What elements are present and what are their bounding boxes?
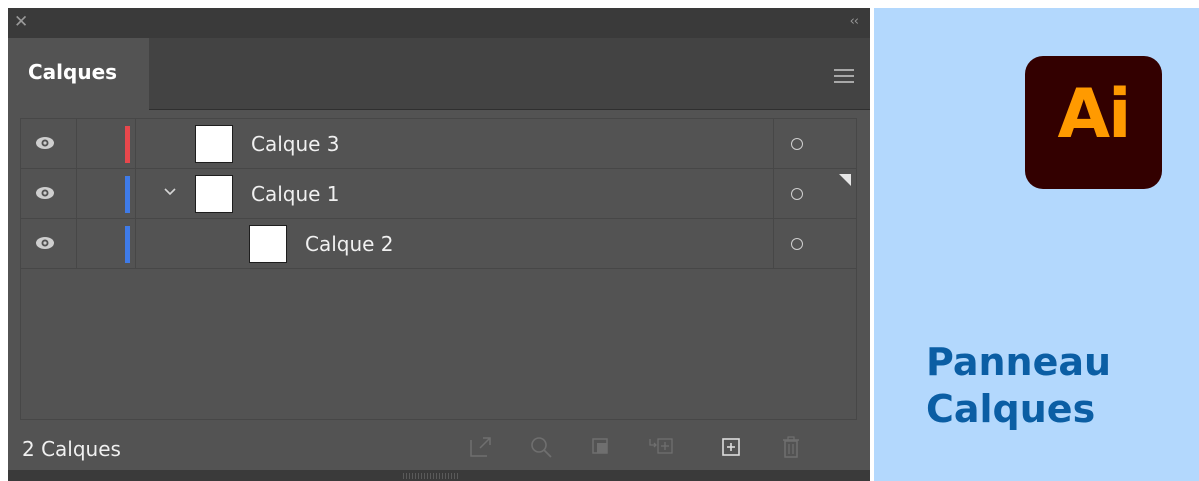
promo-panel: Ai Panneau Calques (874, 8, 1199, 481)
layer-thumbnail (249, 225, 287, 263)
layer-row[interactable]: Calque 2 (21, 219, 856, 269)
new-layer-icon[interactable] (718, 434, 744, 460)
layer-color-bar (125, 176, 130, 213)
layer-name[interactable]: Calque 3 (251, 132, 340, 156)
eye-icon[interactable] (35, 185, 55, 201)
layers-panel: ✕ ‹‹ Calques Calque 3 Calque 1 Calque 2 … (8, 8, 870, 481)
eye-icon[interactable] (35, 135, 55, 151)
layers-list: Calque 3 Calque 1 Calque 2 (20, 118, 857, 420)
trash-icon[interactable] (778, 434, 804, 460)
resize-strip (8, 470, 870, 481)
eye-icon[interactable] (35, 235, 55, 251)
target-circle-icon[interactable] (791, 188, 803, 200)
panel-titlebar: ✕ ‹‹ (8, 8, 870, 38)
selection-corner-icon (839, 174, 851, 186)
export-icon[interactable] (468, 434, 494, 460)
layer-thumbnail (195, 175, 233, 213)
new-sublayer-icon[interactable] (648, 434, 674, 460)
panel-menu-icon[interactable] (834, 69, 854, 83)
layer-row[interactable]: Calque 3 (21, 119, 856, 169)
close-icon[interactable]: ✕ (14, 12, 28, 32)
tab-calques[interactable]: Calques (8, 38, 149, 110)
promo-title: Panneau Calques (926, 339, 1111, 433)
layer-color-bar (125, 226, 130, 263)
chevron-down-icon[interactable] (163, 184, 177, 198)
layer-name[interactable]: Calque 2 (305, 232, 394, 256)
logo-text: Ai (1057, 75, 1132, 154)
promo-title-line1: Panneau (926, 340, 1112, 384)
layer-count: 2 Calques (22, 437, 121, 461)
tab-bar: Calques (8, 38, 870, 110)
layer-name[interactable]: Calque 1 (251, 182, 340, 206)
layer-thumbnail (195, 125, 233, 163)
tab-label: Calques (28, 60, 118, 84)
collapse-icon[interactable]: ‹‹ (850, 13, 859, 31)
search-icon[interactable] (528, 434, 554, 460)
panel-footer: 2 Calques (8, 428, 870, 472)
resize-grip[interactable] (403, 473, 459, 479)
target-circle-icon[interactable] (791, 138, 803, 150)
layer-color-bar (125, 126, 130, 163)
promo-title-line2: Calques (926, 387, 1096, 431)
illustrator-logo: Ai (1025, 56, 1162, 189)
layer-row[interactable]: Calque 1 (21, 169, 856, 219)
clipping-mask-icon[interactable] (588, 434, 614, 460)
target-circle-icon[interactable] (791, 238, 803, 250)
